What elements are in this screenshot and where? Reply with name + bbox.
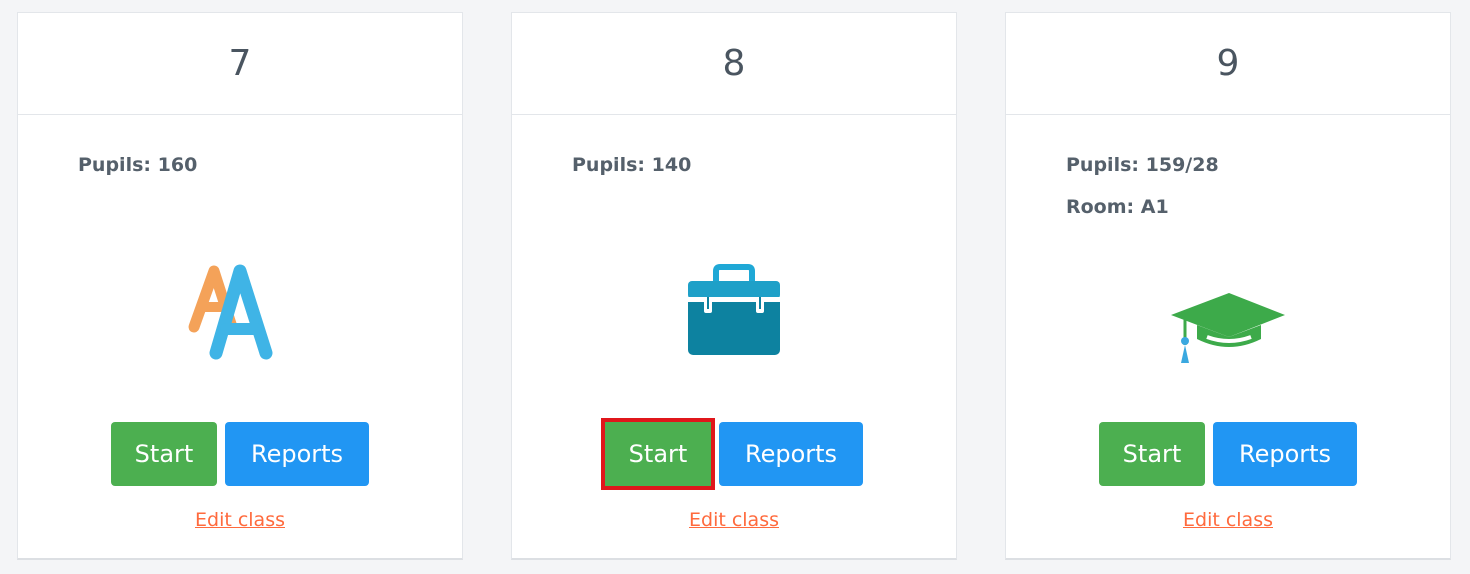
reports-button[interactable]: Reports — [719, 422, 863, 486]
class-grade: 7 — [228, 43, 252, 84]
reports-button[interactable]: Reports — [225, 422, 369, 486]
pupils-value: 159/28 — [1145, 154, 1219, 176]
start-button[interactable]: Start — [601, 418, 715, 490]
pupils-value: 160 — [157, 154, 198, 176]
card-actions: Start Reports — [1006, 422, 1450, 486]
class-card-9: 9 Pupils: 159/28 Room: A1 Start Reports … — [1005, 12, 1451, 560]
pupils-label: Pupils: — [572, 154, 645, 176]
pupils-count: Pupils: 140 — [572, 153, 691, 195]
class-card-8: 8 Pupils: 140 Start Reports Edit class — [511, 12, 957, 560]
class-cards: 7 Pupils: 160 Start Reports Edit class 8 — [0, 0, 1470, 574]
edit-class-link[interactable]: Edit class — [18, 509, 462, 531]
pupils-label: Pupils: — [1066, 154, 1139, 176]
graduation-cap-icon — [1171, 293, 1285, 363]
room-label: Room: — [1066, 196, 1135, 218]
class-grade: 8 — [722, 43, 746, 84]
card-actions: Start Reports — [512, 418, 956, 490]
room-value: A1 — [1140, 196, 1169, 218]
card-header: 7 — [18, 13, 462, 115]
start-button[interactable]: Start — [111, 422, 217, 486]
pupils-count: Pupils: 159/28 — [1066, 153, 1219, 195]
class-info: Pupils: 159/28 Room: A1 — [1066, 153, 1219, 237]
pupils-value: 140 — [651, 154, 692, 176]
class-icon-container — [512, 261, 956, 361]
edit-class-link[interactable]: Edit class — [512, 509, 956, 531]
class-info: Pupils: 140 — [572, 153, 691, 195]
class-info: Pupils: 160 — [78, 153, 197, 195]
card-header: 8 — [512, 13, 956, 115]
reports-button[interactable]: Reports — [1213, 422, 1357, 486]
alphabet-aa-icon — [188, 264, 273, 360]
card-header: 9 — [1006, 13, 1450, 115]
pupils-count: Pupils: 160 — [78, 153, 197, 195]
class-grade: 9 — [1216, 43, 1240, 84]
class-card-7: 7 Pupils: 160 Start Reports Edit class — [17, 12, 463, 560]
room-info: Room: A1 — [1066, 195, 1219, 237]
toolbox-icon — [688, 264, 780, 355]
edit-class-link[interactable]: Edit class — [1006, 509, 1450, 531]
class-icon-container — [18, 261, 462, 361]
start-button[interactable]: Start — [1099, 422, 1205, 486]
pupils-label: Pupils: — [78, 154, 151, 176]
class-icon-container — [1006, 281, 1450, 371]
card-actions: Start Reports — [18, 422, 462, 486]
